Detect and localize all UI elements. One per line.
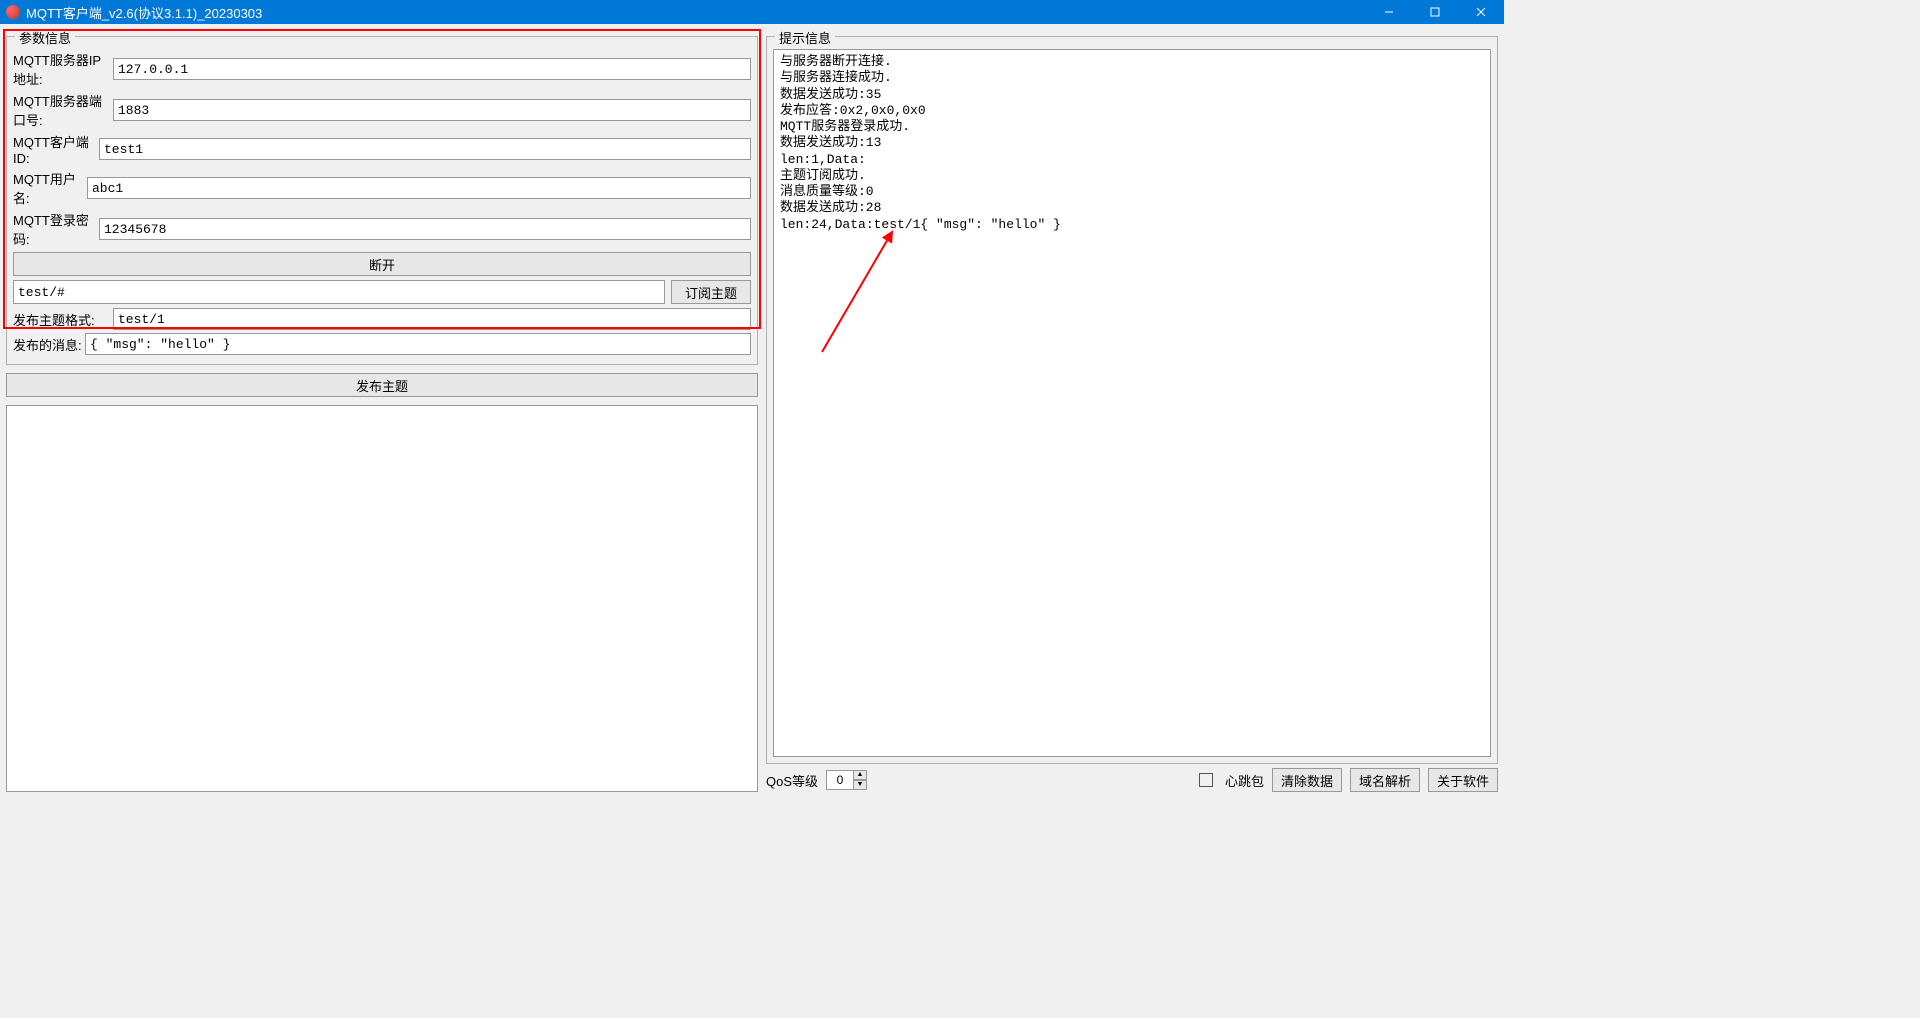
server-port-label: MQTT服务器端口号:: [13, 91, 113, 129]
username-label: MQTT用户名:: [13, 169, 87, 207]
username-input[interactable]: [87, 177, 751, 199]
close-button[interactable]: [1458, 0, 1504, 24]
window-titlebar: MQTT客户端_v2.6(协议3.1.1)_20230303: [0, 0, 1504, 24]
publish-output-textarea[interactable]: [6, 405, 758, 792]
server-port-input[interactable]: [113, 99, 751, 121]
clear-data-button[interactable]: 清除数据: [1272, 768, 1342, 792]
qos-input[interactable]: [826, 770, 854, 790]
qos-label: QoS等级: [766, 771, 818, 790]
footer-bar: QoS等级 ▲ ▼ 心跳包 清除数据 域名解析 关于软件: [766, 764, 1498, 792]
publish-topic-label: 发布主题格式:: [13, 310, 113, 329]
subscribe-topic-input[interactable]: [13, 280, 665, 304]
qos-down-button[interactable]: ▼: [853, 780, 867, 790]
qos-up-button[interactable]: ▲: [853, 770, 867, 780]
window-title: MQTT客户端_v2.6(协议3.1.1)_20230303: [26, 3, 1366, 22]
app-icon: [6, 5, 20, 19]
client-id-label: MQTT客户端ID:: [13, 132, 99, 166]
heartbeat-label: 心跳包: [1225, 771, 1264, 790]
disconnect-button[interactable]: 断开: [13, 252, 751, 276]
password-input[interactable]: [99, 218, 751, 240]
publish-button[interactable]: 发布主题: [6, 373, 758, 397]
maximize-button[interactable]: [1412, 0, 1458, 24]
params-group-title: 参数信息: [15, 28, 75, 47]
about-button[interactable]: 关于软件: [1428, 768, 1498, 792]
minimize-button[interactable]: [1366, 0, 1412, 24]
subscribe-button[interactable]: 订阅主题: [671, 280, 751, 304]
publish-msg-label: 发布的消息:: [13, 335, 85, 354]
heartbeat-checkbox[interactable]: [1199, 773, 1213, 787]
log-groupbox: 提示信息 与服务器断开连接. 与服务器连接成功. 数据发送成功:35 发布应答:…: [766, 36, 1498, 764]
server-ip-input[interactable]: [113, 58, 751, 80]
client-id-input[interactable]: [99, 138, 751, 160]
log-group-title: 提示信息: [775, 28, 835, 47]
dns-resolve-button[interactable]: 域名解析: [1350, 768, 1420, 792]
params-groupbox: 参数信息 MQTT服务器IP地址: MQTT服务器端口号: MQTT客户端ID:…: [6, 36, 758, 365]
qos-spinner[interactable]: ▲ ▼: [826, 770, 867, 790]
publish-topic-input[interactable]: [113, 308, 751, 330]
publish-msg-input[interactable]: [85, 333, 751, 355]
server-ip-label: MQTT服务器IP地址:: [13, 50, 113, 88]
log-textarea[interactable]: 与服务器断开连接. 与服务器连接成功. 数据发送成功:35 发布应答:0x2,0…: [773, 49, 1491, 757]
password-label: MQTT登录密码:: [13, 210, 99, 248]
